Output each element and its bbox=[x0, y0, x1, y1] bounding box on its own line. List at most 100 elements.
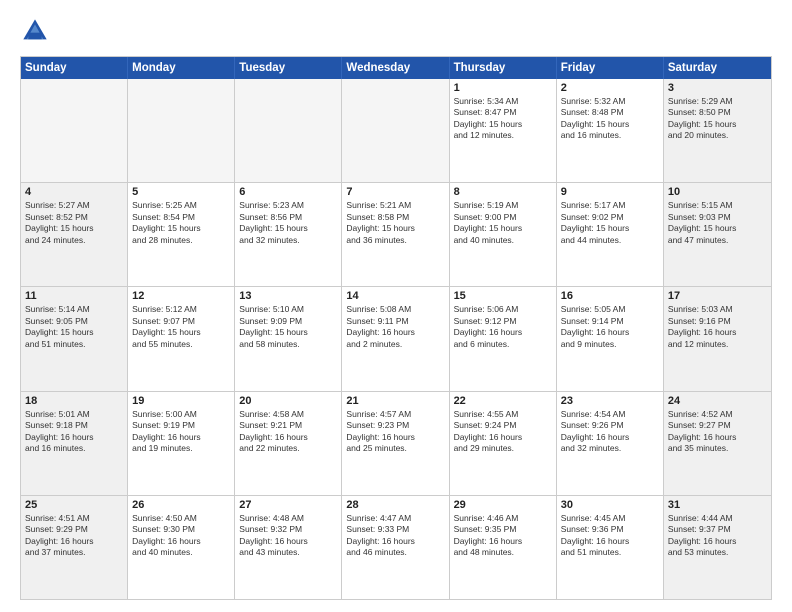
header-cell-thursday: Thursday bbox=[450, 57, 557, 79]
day-info: Sunrise: 5:14 AM Sunset: 9:05 PM Dayligh… bbox=[25, 304, 123, 350]
cal-cell-empty-3 bbox=[342, 79, 449, 182]
day-info: Sunrise: 4:54 AM Sunset: 9:26 PM Dayligh… bbox=[561, 409, 659, 455]
day-info: Sunrise: 5:34 AM Sunset: 8:47 PM Dayligh… bbox=[454, 96, 552, 142]
cal-cell-14: 14Sunrise: 5:08 AM Sunset: 9:11 PM Dayli… bbox=[342, 287, 449, 390]
day-info: Sunrise: 5:17 AM Sunset: 9:02 PM Dayligh… bbox=[561, 200, 659, 246]
cal-cell-16: 16 Sunrise: 5:05 AM Sunset: 9:14 PM Dayli… bbox=[557, 287, 664, 390]
day-info: Sunrise: 5:01 AM Sunset: 9:18 PM Dayligh… bbox=[25, 409, 123, 455]
week-row-2: 4 Sunrise: 5:27 AM Sunset: 8:52 PM Daylig… bbox=[21, 183, 771, 287]
cal-cell-9: 9 Sunrise: 5:17 AM Sunset: 9:02 PM Daylig… bbox=[557, 183, 664, 286]
day-info: Sunrise: 5:10 AM Sunset: 9:09 PM Dayligh… bbox=[239, 304, 337, 350]
cal-cell-19: 19 Sunrise: 5:00 AM Sunset: 9:19 PM Dayli… bbox=[128, 392, 235, 495]
day-number: 6 bbox=[239, 186, 337, 198]
cal-cell-28: 28 Sunrise: 4:47 AM Sunset: 9:33 PM Dayli… bbox=[342, 496, 449, 599]
day-info: Sunrise: 5:00 AM Sunset: 9:19 PM Dayligh… bbox=[132, 409, 230, 455]
week-row-3: 11Sunrise: 5:14 AM Sunset: 9:05 PM Dayli… bbox=[21, 287, 771, 391]
cal-cell-1: 1 Sunrise: 5:34 AM Sunset: 8:47 PM Daylig… bbox=[450, 79, 557, 182]
cal-cell-21: 21 Sunrise: 4:57 AM Sunset: 9:23 PM Dayli… bbox=[342, 392, 449, 495]
day-number: 2 bbox=[561, 82, 659, 94]
cal-cell-empty-2 bbox=[235, 79, 342, 182]
day-info: Sunrise: 5:19 AM Sunset: 9:00 PM Dayligh… bbox=[454, 200, 552, 246]
header-cell-saturday: Saturday bbox=[664, 57, 771, 79]
day-number: 13 bbox=[239, 290, 337, 302]
day-number: 18 bbox=[25, 395, 123, 407]
day-number: 21 bbox=[346, 395, 444, 407]
cal-cell-12: 12 Sunrise: 5:12 AM Sunset: 9:07 PM Dayli… bbox=[128, 287, 235, 390]
day-info: Sunrise: 5:21 AM Sunset: 8:58 PM Dayligh… bbox=[346, 200, 444, 246]
day-number: 1 bbox=[454, 82, 552, 94]
cal-cell-24: 24 Sunrise: 4:52 AM Sunset: 9:27 PM Dayli… bbox=[664, 392, 771, 495]
day-number: 9 bbox=[561, 186, 659, 198]
day-number: 27 bbox=[239, 499, 337, 511]
day-info: Sunrise: 5:29 AM Sunset: 8:50 PM Dayligh… bbox=[668, 96, 767, 142]
cal-cell-3: 3 Sunrise: 5:29 AM Sunset: 8:50 PM Daylig… bbox=[664, 79, 771, 182]
day-number: 24 bbox=[668, 395, 767, 407]
cal-cell-23: 23Sunrise: 4:54 AM Sunset: 9:26 PM Dayli… bbox=[557, 392, 664, 495]
cal-cell-20: 20 Sunrise: 4:58 AM Sunset: 9:21 PM Dayli… bbox=[235, 392, 342, 495]
day-number: 8 bbox=[454, 186, 552, 198]
cal-cell-7: 7 Sunrise: 5:21 AM Sunset: 8:58 PM Daylig… bbox=[342, 183, 449, 286]
day-info: Sunrise: 4:57 AM Sunset: 9:23 PM Dayligh… bbox=[346, 409, 444, 455]
day-number: 14 bbox=[346, 290, 444, 302]
day-number: 7 bbox=[346, 186, 444, 198]
calendar: SundayMondayTuesdayWednesdayThursdayFrid… bbox=[20, 56, 772, 600]
calendar-body: 1 Sunrise: 5:34 AM Sunset: 8:47 PM Daylig… bbox=[21, 79, 771, 599]
cal-cell-29: 29 Sunrise: 4:46 AM Sunset: 9:35 PM Dayli… bbox=[450, 496, 557, 599]
day-number: 5 bbox=[132, 186, 230, 198]
day-info: Sunrise: 5:05 AM Sunset: 9:14 PM Dayligh… bbox=[561, 304, 659, 350]
page: SundayMondayTuesdayWednesdayThursdayFrid… bbox=[0, 0, 792, 612]
day-number: 16 bbox=[561, 290, 659, 302]
cal-cell-22: 22Sunrise: 4:55 AM Sunset: 9:24 PM Dayli… bbox=[450, 392, 557, 495]
day-number: 20 bbox=[239, 395, 337, 407]
cal-cell-13: 13 Sunrise: 5:10 AM Sunset: 9:09 PM Dayli… bbox=[235, 287, 342, 390]
cal-cell-5: 5 Sunrise: 5:25 AM Sunset: 8:54 PM Daylig… bbox=[128, 183, 235, 286]
header-cell-friday: Friday bbox=[557, 57, 664, 79]
day-info: Sunrise: 4:58 AM Sunset: 9:21 PM Dayligh… bbox=[239, 409, 337, 455]
cal-cell-31: 31 Sunrise: 4:44 AM Sunset: 9:37 PM Dayli… bbox=[664, 496, 771, 599]
cal-cell-30: 30 Sunrise: 4:45 AM Sunset: 9:36 PM Dayli… bbox=[557, 496, 664, 599]
day-info: Sunrise: 5:06 AM Sunset: 9:12 PM Dayligh… bbox=[454, 304, 552, 350]
header-cell-monday: Monday bbox=[128, 57, 235, 79]
day-number: 12 bbox=[132, 290, 230, 302]
week-row-1: 1 Sunrise: 5:34 AM Sunset: 8:47 PM Daylig… bbox=[21, 79, 771, 183]
day-info: Sunrise: 5:32 AM Sunset: 8:48 PM Dayligh… bbox=[561, 96, 659, 142]
day-info: Sunrise: 5:03 AM Sunset: 9:16 PM Dayligh… bbox=[668, 304, 767, 350]
day-number: 3 bbox=[668, 82, 767, 94]
cal-cell-empty-1 bbox=[128, 79, 235, 182]
header-cell-wednesday: Wednesday bbox=[342, 57, 449, 79]
cal-cell-11: 11Sunrise: 5:14 AM Sunset: 9:05 PM Dayli… bbox=[21, 287, 128, 390]
cal-cell-18: 18 Sunrise: 5:01 AM Sunset: 9:18 PM Dayli… bbox=[21, 392, 128, 495]
day-number: 30 bbox=[561, 499, 659, 511]
day-number: 15 bbox=[454, 290, 552, 302]
header bbox=[20, 16, 772, 46]
day-info: Sunrise: 4:51 AM Sunset: 9:29 PM Dayligh… bbox=[25, 513, 123, 559]
cal-cell-4: 4 Sunrise: 5:27 AM Sunset: 8:52 PM Daylig… bbox=[21, 183, 128, 286]
day-number: 10 bbox=[668, 186, 767, 198]
header-cell-sunday: Sunday bbox=[21, 57, 128, 79]
day-info: Sunrise: 4:52 AM Sunset: 9:27 PM Dayligh… bbox=[668, 409, 767, 455]
day-number: 4 bbox=[25, 186, 123, 198]
logo bbox=[20, 16, 54, 46]
cal-cell-2: 2 Sunrise: 5:32 AM Sunset: 8:48 PM Daylig… bbox=[557, 79, 664, 182]
day-number: 31 bbox=[668, 499, 767, 511]
day-number: 29 bbox=[454, 499, 552, 511]
day-info: Sunrise: 5:15 AM Sunset: 9:03 PM Dayligh… bbox=[668, 200, 767, 246]
day-info: Sunrise: 5:25 AM Sunset: 8:54 PM Dayligh… bbox=[132, 200, 230, 246]
day-number: 28 bbox=[346, 499, 444, 511]
day-number: 17 bbox=[668, 290, 767, 302]
day-info: Sunrise: 5:27 AM Sunset: 8:52 PM Dayligh… bbox=[25, 200, 123, 246]
day-info: Sunrise: 4:45 AM Sunset: 9:36 PM Dayligh… bbox=[561, 513, 659, 559]
day-info: Sunrise: 4:46 AM Sunset: 9:35 PM Dayligh… bbox=[454, 513, 552, 559]
cal-cell-8: 8 Sunrise: 5:19 AM Sunset: 9:00 PM Daylig… bbox=[450, 183, 557, 286]
day-number: 22 bbox=[454, 395, 552, 407]
week-row-4: 18 Sunrise: 5:01 AM Sunset: 9:18 PM Dayli… bbox=[21, 392, 771, 496]
day-info: Sunrise: 4:47 AM Sunset: 9:33 PM Dayligh… bbox=[346, 513, 444, 559]
day-info: Sunrise: 5:12 AM Sunset: 9:07 PM Dayligh… bbox=[132, 304, 230, 350]
cal-cell-15: 15 Sunrise: 5:06 AM Sunset: 9:12 PM Dayli… bbox=[450, 287, 557, 390]
day-number: 19 bbox=[132, 395, 230, 407]
logo-icon bbox=[20, 16, 50, 46]
header-cell-tuesday: Tuesday bbox=[235, 57, 342, 79]
day-info: Sunrise: 4:44 AM Sunset: 9:37 PM Dayligh… bbox=[668, 513, 767, 559]
day-info: Sunrise: 5:23 AM Sunset: 8:56 PM Dayligh… bbox=[239, 200, 337, 246]
day-number: 25 bbox=[25, 499, 123, 511]
